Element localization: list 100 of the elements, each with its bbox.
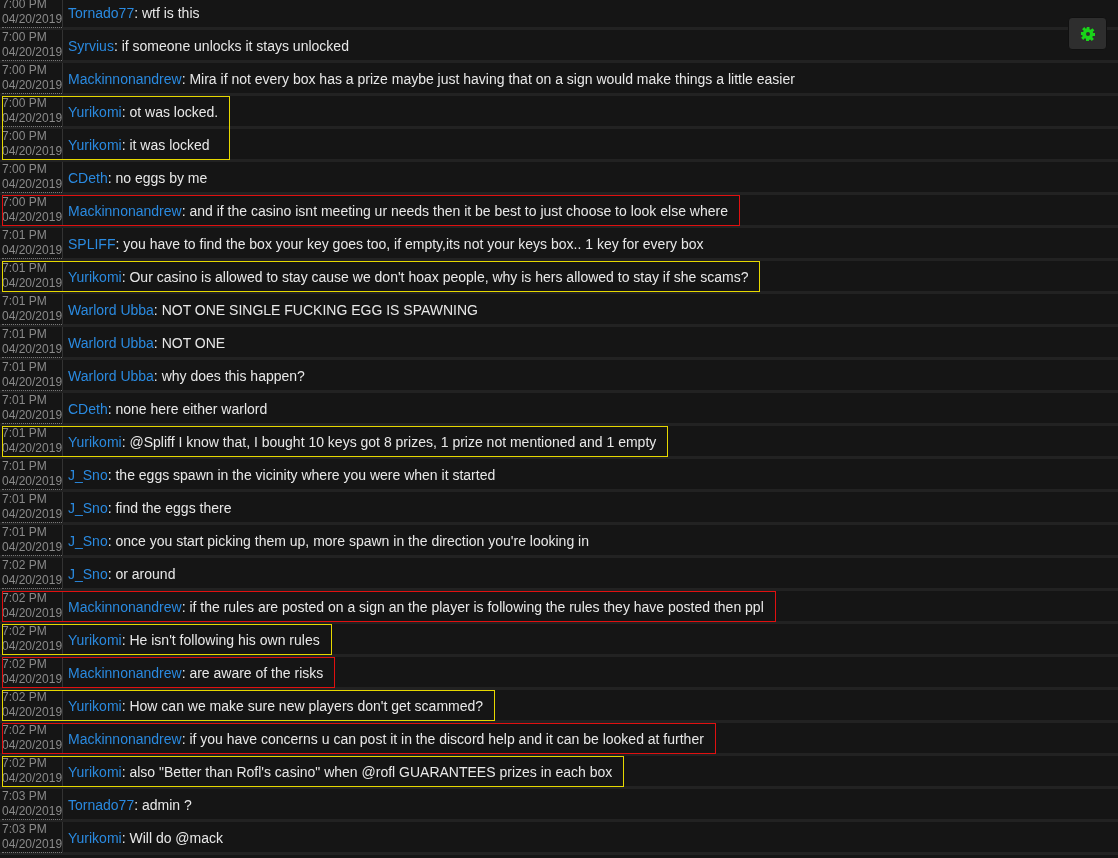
message-date: 04/20/2019 — [2, 771, 63, 787]
message-time: 7:00 PM — [2, 30, 47, 45]
message-time: 7:02 PM — [2, 624, 47, 639]
message-time: 7:01 PM — [2, 360, 47, 375]
username-link[interactable]: J_Sno — [68, 499, 108, 516]
username-link[interactable]: Syrvius — [68, 37, 114, 54]
message-date: 04/20/2019 — [2, 210, 63, 226]
message-date: 04/20/2019 — [2, 408, 63, 424]
message-text: Syrvius: if someone unlocks it stays unlocked — [68, 36, 349, 56]
username-link[interactable]: J_Sno — [68, 565, 108, 582]
username-link[interactable]: J_Sno — [68, 466, 108, 483]
username-link[interactable]: Yurikomi — [68, 697, 122, 714]
message-time: 7:00 PM — [2, 129, 47, 144]
message-time: 7:01 PM — [2, 492, 47, 507]
message-date: 04/20/2019 — [2, 606, 63, 622]
message-time: 7:02 PM — [2, 756, 47, 771]
username-link[interactable]: Mackinnonandrew — [68, 730, 182, 747]
message-text: Warlord Ubba: NOT ONE — [68, 333, 226, 353]
message-time: 7:00 PM — [2, 96, 47, 111]
message-text: J_Sno: or around — [68, 564, 176, 584]
message-time: 7:02 PM — [2, 558, 47, 573]
username-link[interactable]: Warlord Ubba — [68, 301, 154, 318]
message-time: 7:03 PM — [2, 789, 47, 804]
message-text: Mackinnonandrew: are aware of the risks — [68, 663, 324, 683]
message-text: Mackinnonandrew: Mira if not every box has a prize maybe just having that on a sign would make things a little easier — [68, 69, 795, 89]
message-date: 04/20/2019 — [2, 507, 63, 523]
message-time: 7:02 PM — [2, 690, 47, 705]
settings-button[interactable] — [1068, 17, 1107, 50]
message-date: 04/20/2019 — [2, 705, 63, 721]
message-time: 7:00 PM — [2, 0, 47, 12]
message-date: 04/20/2019 — [2, 309, 63, 325]
message-text: CDeth: no eggs by me — [68, 168, 208, 188]
message-date: 04/20/2019 — [2, 804, 63, 820]
username-link[interactable]: Warlord Ubba — [68, 367, 154, 384]
username-link[interactable]: Yurikomi — [68, 268, 122, 285]
message-time: 7:01 PM — [2, 459, 47, 474]
username-link[interactable]: Mackinnonandrew — [68, 598, 182, 615]
message-time: 7:02 PM — [2, 591, 47, 606]
message-date: 04/20/2019 — [2, 177, 63, 193]
message-text: Yurikomi: Our casino is allowed to stay cause we don't hoax people, why is hers allowed to stay if she scams? — [68, 267, 749, 287]
message-time: 7:01 PM — [2, 327, 47, 342]
message-text: J_Sno: find the eggs there — [68, 498, 232, 518]
message-time: 7:01 PM — [2, 393, 47, 408]
message-time: 7:01 PM — [2, 261, 47, 276]
message-text: SPLIFF: you have to find the box your key goes too, if empty,its not your keys box.. 1 key for every box — [68, 234, 704, 254]
message-text: J_Sno: once you start picking them up, more spawn in the direction you're looking in — [68, 531, 589, 551]
message-text: Tornado77: wtf is this — [68, 3, 200, 23]
message-time: 7:01 PM — [2, 426, 47, 441]
message-text: Warlord Ubba: why does this happen? — [68, 366, 305, 386]
message-date: 04/20/2019 — [2, 276, 63, 292]
username-link[interactable]: CDeth — [68, 169, 108, 186]
message-text: Yurikomi: @Spliff I know that, I bought 10 keys got 8 prizes, 1 prize not mentioned and 1 empty — [68, 432, 657, 452]
message-time: 7:00 PM — [2, 195, 47, 210]
message-date: 04/20/2019 — [2, 540, 63, 556]
message-text: Yurikomi: also "Better than Rofl's casino" when @rofl GUARANTEES prizes in each box — [68, 762, 613, 782]
message-time: 7:02 PM — [2, 723, 47, 738]
username-link[interactable]: Mackinnonandrew — [68, 664, 182, 681]
message-time: 7:01 PM — [2, 294, 47, 309]
message-date: 04/20/2019 — [2, 375, 63, 391]
message-time: 7:00 PM — [2, 162, 47, 177]
username-link[interactable]: Yurikomi — [68, 103, 122, 120]
username-link[interactable]: J_Sno — [68, 532, 108, 549]
message-time: 7:02 PM — [2, 657, 47, 672]
username-link[interactable]: Yurikomi — [68, 829, 122, 846]
message-text: Yurikomi: Will do @mack — [68, 828, 224, 848]
username-link[interactable]: Mackinnonandrew — [68, 70, 182, 87]
username-link[interactable]: Yurikomi — [68, 433, 122, 450]
username-link[interactable]: Yurikomi — [68, 631, 122, 648]
message-text: Yurikomi: He isn't following his own rules — [68, 630, 320, 650]
message-date: 04/20/2019 — [2, 639, 63, 655]
username-link[interactable]: CDeth — [68, 400, 108, 417]
message-date: 04/20/2019 — [2, 441, 63, 457]
message-text: J_Sno: the eggs spawn in the vicinity where you were when it started — [68, 465, 496, 485]
message-text: Yurikomi: How can we make sure new players don't get scammed? — [68, 696, 484, 716]
message-date: 04/20/2019 — [2, 837, 63, 853]
message-date: 04/20/2019 — [2, 474, 63, 490]
message-time: 7:01 PM — [2, 228, 47, 243]
message-date: 04/20/2019 — [2, 78, 63, 94]
username-link[interactable]: Warlord Ubba — [68, 334, 154, 351]
message-date: 04/20/2019 — [2, 738, 63, 754]
message-text: Yurikomi: ot was locked. — [68, 102, 219, 122]
message-text: Yurikomi: it was locked — [68, 135, 210, 155]
message-date: 04/20/2019 — [2, 342, 63, 358]
message-text: Mackinnonandrew: and if the casino isnt meeting ur needs then it be best to just choose to look else where — [68, 201, 728, 221]
message-date: 04/20/2019 — [2, 672, 63, 688]
message-time: 7:01 PM — [2, 525, 47, 540]
message-date: 04/20/2019 — [2, 573, 63, 589]
message-date: 04/20/2019 — [2, 45, 63, 61]
message-text: CDeth: none here either warlord — [68, 399, 268, 419]
message-date: 04/20/2019 — [2, 243, 63, 259]
message-text: Mackinnonandrew: if the rules are posted on a sign an the player is following the rules they have posted then ppl — [68, 597, 764, 617]
message-date: 04/20/2019 — [2, 12, 63, 28]
message-time: 7:03 PM — [2, 822, 47, 837]
username-link[interactable]: Mackinnonandrew — [68, 202, 182, 219]
message-time: 7:00 PM — [2, 63, 47, 78]
username-link[interactable]: Yurikomi — [68, 763, 122, 780]
message-text: Mackinnonandrew: if you have concerns u can post it in the discord help and it can be looked at further — [68, 729, 704, 749]
username-link[interactable]: Yurikomi — [68, 136, 122, 153]
message-date: 04/20/2019 — [2, 111, 63, 127]
message-text: Tornado77: admin ? — [68, 795, 192, 815]
